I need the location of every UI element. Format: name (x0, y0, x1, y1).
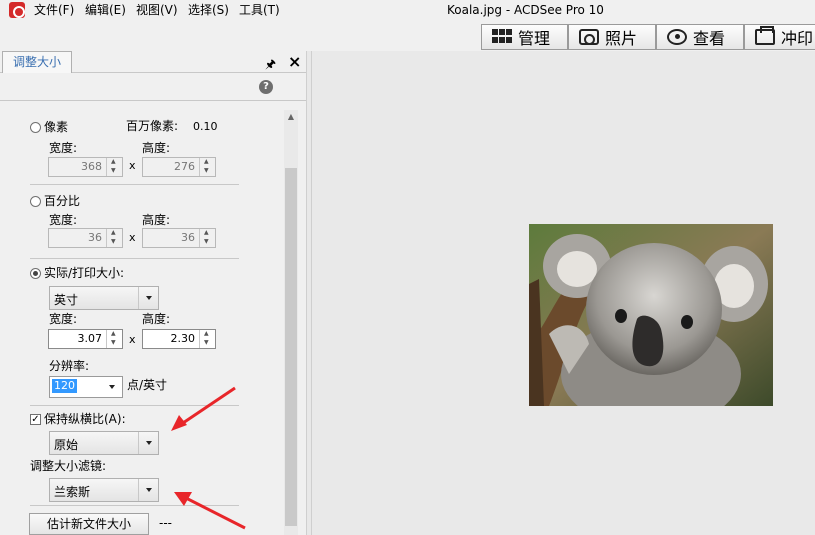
percent-height-input[interactable]: 36 (142, 228, 216, 248)
pin-icon[interactable]: 🖈 (265, 55, 276, 76)
percent-width-input[interactable]: 36 (48, 228, 123, 248)
section-divider (30, 258, 239, 259)
window-title: Koala.jpg - ACDSee Pro 10 (447, 3, 604, 17)
chevron-down-icon[interactable] (138, 432, 158, 454)
filter-value: 兰索斯 (54, 485, 91, 499)
resolution-unit: 点/英寸 (127, 378, 168, 392)
aspect-dropdown[interactable]: 原始 (49, 431, 159, 455)
spin-arrows-icon[interactable] (106, 229, 122, 247)
estimate-file-size-button[interactable]: 估计新文件大小 (29, 513, 149, 535)
percent-label: 百分比 (44, 194, 81, 208)
megapixel-value: 0.10 (193, 120, 218, 133)
spin-arrows-icon[interactable] (106, 158, 122, 176)
radio-actual-size[interactable] (30, 268, 41, 279)
mode-manage-label: 管理 (518, 29, 551, 48)
resolution-label: 分辨率: (49, 359, 90, 373)
menu-view[interactable]: 视图(V) (136, 2, 178, 18)
menu-edit[interactable]: 编辑(E) (85, 2, 126, 18)
photo-icon (579, 29, 599, 45)
unit-value: 英寸 (54, 293, 79, 307)
pixels-width-input[interactable]: 368 (48, 157, 123, 177)
scroll-up-arrow-icon[interactable]: ▲ (284, 112, 298, 126)
koala-image (529, 224, 773, 406)
mode-view-button[interactable]: 查看 (656, 24, 744, 50)
resolution-combo[interactable]: 120 (49, 376, 123, 398)
filter-dropdown[interactable]: 兰索斯 (49, 478, 159, 502)
menu-select[interactable]: 选择(S) (188, 2, 229, 18)
menu-tools[interactable]: 工具(T) (239, 2, 280, 18)
help-icon[interactable]: ? (259, 80, 273, 94)
tab-resize[interactable]: 调整大小 (2, 51, 72, 73)
radio-percent[interactable] (30, 196, 41, 207)
aspect-value: 原始 (54, 438, 79, 452)
pixels-width-value: 368 (81, 160, 102, 173)
chevron-down-icon[interactable] (138, 287, 158, 309)
resolution-value: 120 (52, 379, 77, 393)
grid-icon (492, 29, 512, 45)
mode-photo-label: 照片 (605, 29, 638, 48)
mode-view-label: 查看 (693, 29, 726, 48)
pixels-width-label: 宽度: (49, 141, 78, 155)
filter-label: 调整大小滤镜: (30, 459, 107, 473)
actual-height-input[interactable]: 2.30 (142, 329, 216, 349)
print-icon (755, 26, 775, 45)
pixels-height-label: 高度: (142, 141, 171, 155)
keep-aspect-checkbox[interactable]: ✓ (30, 414, 41, 425)
menu-file[interactable]: 文件(F) (34, 2, 74, 18)
actual-width-value: 3.07 (77, 332, 103, 345)
actual-height-label: 高度: (142, 312, 171, 326)
spin-arrows-icon[interactable] (199, 229, 215, 247)
chevron-down-icon[interactable] (138, 479, 158, 501)
actual-size-label: 实际/打印大小: (44, 266, 125, 280)
pixels-height-input[interactable]: 276 (142, 157, 216, 177)
radio-pixels[interactable] (30, 122, 41, 133)
mode-photo-button[interactable]: 照片 (568, 24, 656, 50)
times-sign: x (129, 231, 136, 244)
percent-height-value: 36 (181, 231, 195, 244)
spin-arrows-icon[interactable] (199, 330, 215, 348)
eye-icon (667, 29, 687, 45)
close-icon[interactable]: × (288, 52, 301, 71)
megapixel-label: 百万像素: (126, 119, 179, 133)
actual-width-label: 宽度: (49, 312, 78, 326)
actual-height-value: 2.30 (170, 332, 196, 345)
scrollbar-thumb[interactable] (285, 168, 297, 526)
mode-print-label: 冲印 (781, 29, 814, 48)
acdsee-logo-icon (9, 2, 25, 18)
mode-manage-button[interactable]: 管理 (481, 24, 568, 50)
percent-width-value: 36 (88, 231, 102, 244)
percent-height-label: 高度: (142, 213, 171, 227)
percent-width-label: 宽度: (49, 213, 78, 227)
pixels-height-value: 276 (174, 160, 195, 173)
pixels-label: 像素 (44, 120, 69, 134)
red-arrow-annotation (171, 386, 236, 431)
red-arrow-annotation (174, 492, 246, 530)
actual-width-input[interactable]: 3.07 (48, 329, 123, 349)
spin-arrows-icon[interactable] (106, 330, 122, 348)
spin-arrows-icon[interactable] (199, 158, 215, 176)
section-divider (30, 184, 239, 185)
times-sign: x (129, 159, 136, 172)
times-sign: x (129, 333, 136, 346)
mode-print-button[interactable]: 冲印 (744, 24, 815, 50)
keep-aspect-label: 保持纵横比(A): (44, 412, 126, 426)
unit-dropdown[interactable]: 英寸 (49, 286, 159, 310)
panel-separator (0, 100, 308, 101)
chevron-down-icon[interactable] (102, 377, 122, 397)
